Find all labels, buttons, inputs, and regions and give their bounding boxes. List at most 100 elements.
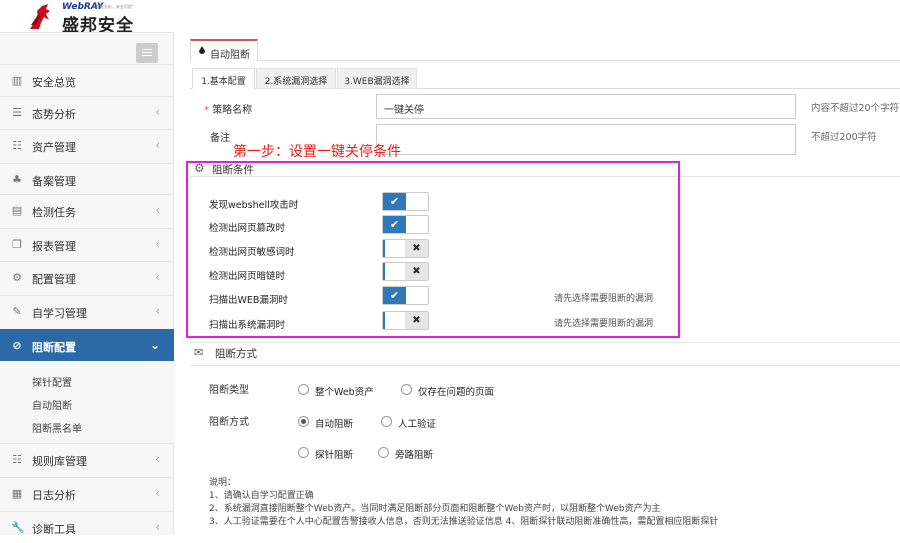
submenu-item-auto-block[interactable]: 自动阻断 bbox=[32, 397, 72, 412]
radio-label: 探针阻断 bbox=[315, 450, 354, 461]
step-tabs: 1.基本配置 2.系统漏洞选择 3.WEB漏洞选择 bbox=[190, 68, 900, 89]
remark-hint: 不超过200字符 bbox=[811, 132, 877, 143]
chevron-left-icon: ‹ bbox=[155, 237, 160, 251]
sidebar-collapse-button[interactable] bbox=[136, 43, 158, 63]
sidebar-item-detection[interactable]: ▤ 检测任务 ‹ bbox=[0, 194, 174, 226]
page-tab-bar: 自动阻断 bbox=[190, 39, 900, 62]
radio-label: 整个Web资产 bbox=[315, 387, 374, 398]
check-icon: ✔ bbox=[383, 287, 406, 304]
ban-icon: ⊘ bbox=[12, 339, 22, 352]
webshell-toggle[interactable]: ✔ bbox=[382, 192, 429, 211]
radio-problem-pages[interactable] bbox=[401, 384, 412, 395]
web-vuln-toggle[interactable]: ✔ bbox=[382, 286, 429, 305]
submenu-item-blacklist[interactable]: 阻断黑名单 bbox=[32, 420, 82, 435]
sidebar-item-diagnostics[interactable]: 🔧 诊断工具 ‹ bbox=[0, 511, 174, 543]
radio-bypass-block[interactable] bbox=[378, 447, 389, 458]
system-vuln-hint[interactable]: 请先选择需要阻断的漏洞 bbox=[554, 316, 653, 329]
sitemap-icon: ♣ bbox=[12, 173, 22, 186]
droplet-icon bbox=[199, 46, 205, 54]
chevron-left-icon: ‹ bbox=[155, 304, 160, 318]
tab-basic-config[interactable]: 1.基本配置 bbox=[192, 68, 255, 89]
sidebar-item-label: 阻断配置 bbox=[32, 341, 76, 354]
sidebar-item-situation[interactable]: ☰ 态势分析 ‹ bbox=[0, 96, 174, 128]
chevron-left-icon: ‹ bbox=[155, 203, 160, 217]
sidebar-item-selflearn[interactable]: ✎ 自学习管理 ‹ bbox=[0, 295, 174, 327]
gear-icon: ⚙ bbox=[12, 271, 22, 284]
sidebar-item-label: 安全总览 bbox=[32, 76, 76, 89]
bar-chart-icon: ▥ bbox=[11, 74, 23, 87]
sidebar-item-label: 日志分析 bbox=[32, 489, 76, 502]
radio-whole-asset[interactable] bbox=[298, 384, 309, 395]
system-vuln-toggle[interactable]: ✖ bbox=[382, 311, 429, 330]
logo-icon bbox=[30, 4, 50, 29]
tamper-toggle[interactable]: ✔ bbox=[382, 215, 429, 234]
radio-label: 自动阻断 bbox=[315, 419, 354, 430]
sidebar-item-block-config[interactable]: ⊘ 阻断配置 ⌄ bbox=[0, 329, 174, 361]
condition-label: 扫描出WEB漏洞时 bbox=[209, 295, 288, 306]
sidebar-item-label: 自学习管理 bbox=[32, 307, 87, 320]
top-bar: WebRAY "数据无价，安全可信" 盛邦安全 bbox=[0, 0, 900, 36]
close-icon: ✖ bbox=[405, 312, 428, 329]
sidebar-item-label: 配置管理 bbox=[32, 273, 76, 286]
remark-textarea[interactable] bbox=[376, 124, 796, 155]
note-line: 1、请确认自学习配置正确 bbox=[209, 491, 314, 501]
method-title: 阻断方式 bbox=[215, 348, 257, 360]
note-line: 3、人工验证需要在个人中心配置告警接收人信息，否则无法推送验证信息 4、阻断探针… bbox=[209, 517, 719, 527]
sidebar-item-label: 报表管理 bbox=[32, 240, 76, 253]
radio-label: 旁路阻断 bbox=[395, 450, 434, 461]
calendar-icon: ▦ bbox=[11, 487, 23, 500]
notes-title: 说明： bbox=[209, 478, 237, 488]
policy-name-hint: 内容不超过20个字符 bbox=[811, 103, 900, 114]
tab-label: 自动阻断 bbox=[210, 50, 250, 61]
tab-system-vuln[interactable]: 2.系统漏洞选择 bbox=[256, 68, 336, 89]
check-icon: ✔ bbox=[383, 193, 406, 210]
check-icon: ✔ bbox=[383, 216, 406, 233]
condition-label: 扫描出系统漏洞时 bbox=[209, 320, 286, 331]
wrench-icon: 🔧 bbox=[11, 521, 25, 534]
conditions-title: 阻断条件 bbox=[212, 164, 254, 176]
radio-manual-verify[interactable] bbox=[381, 416, 392, 427]
remark-label: 备注 bbox=[210, 133, 230, 144]
sidebar-item-overview[interactable]: ▥ 安全总览 bbox=[0, 64, 174, 96]
policy-name-input[interactable]: 一键关停 bbox=[376, 94, 796, 119]
submenu-item-probe[interactable]: 探针配置 bbox=[32, 374, 72, 389]
radio-label: 仅存在问题的页面 bbox=[418, 387, 495, 398]
condition-label: 发现webshell攻击时 bbox=[209, 200, 299, 211]
condition-label: 检测出网页篡改时 bbox=[209, 223, 286, 234]
server-icon: ▤ bbox=[11, 204, 23, 217]
radio-label: 人工验证 bbox=[398, 419, 437, 430]
close-icon: ✖ bbox=[405, 263, 428, 280]
grid-icon: ☷ bbox=[12, 453, 22, 466]
sidebar-item-filing[interactable]: ♣ 备案管理 bbox=[0, 163, 174, 195]
chevron-down-icon: ⌄ bbox=[149, 338, 160, 352]
chevron-left-icon: ‹ bbox=[155, 270, 160, 284]
edit-icon: ✎ bbox=[12, 305, 22, 318]
sensitive-word-toggle[interactable]: ✖ bbox=[382, 239, 429, 258]
list-icon: ☷ bbox=[12, 139, 22, 152]
chevron-left-icon: ‹ bbox=[155, 138, 160, 152]
sidebar-item-label: 检测任务 bbox=[32, 206, 76, 219]
block-type-label: 阻断类型 bbox=[209, 385, 249, 396]
tab-web-vuln[interactable]: 3.WEB漏洞选择 bbox=[337, 68, 417, 89]
sidebar-item-reports[interactable]: ❐ 报表管理 ‹ bbox=[0, 228, 174, 260]
sidebar-item-label: 资产管理 bbox=[32, 141, 76, 154]
divider bbox=[190, 365, 900, 366]
condition-label: 检测出网页敏感词时 bbox=[209, 247, 295, 258]
block-mode-label: 阻断方式 bbox=[209, 417, 249, 428]
sidebar-item-assets[interactable]: ☷ 资产管理 ‹ bbox=[0, 129, 174, 161]
radio-probe-block[interactable] bbox=[298, 447, 309, 458]
sidebar-item-label: 规则库管理 bbox=[32, 455, 87, 468]
sidebar-item-config[interactable]: ⚙ 配置管理 ‹ bbox=[0, 261, 174, 293]
sidebar-item-label: 态势分析 bbox=[32, 108, 76, 121]
condition-label: 检测出网页暗链时 bbox=[209, 271, 286, 282]
annotation-text: 第一步：设置一键关停条件 bbox=[233, 144, 401, 160]
tab-auto-block[interactable]: 自动阻断 bbox=[190, 39, 258, 62]
close-icon: ✖ bbox=[405, 240, 428, 257]
submenu bbox=[0, 363, 174, 443]
gear-icon: ⚙ bbox=[194, 161, 205, 175]
radio-auto-block[interactable] bbox=[298, 416, 309, 427]
web-vuln-hint[interactable]: 请先选择需要阻断的漏洞 bbox=[554, 291, 653, 304]
sidebar-item-rules[interactable]: ☷ 规则库管理 ‹ bbox=[0, 443, 174, 475]
dark-link-toggle[interactable]: ✖ bbox=[382, 262, 429, 281]
sidebar-item-logs[interactable]: ▦ 日志分析 ‹ bbox=[0, 477, 174, 509]
